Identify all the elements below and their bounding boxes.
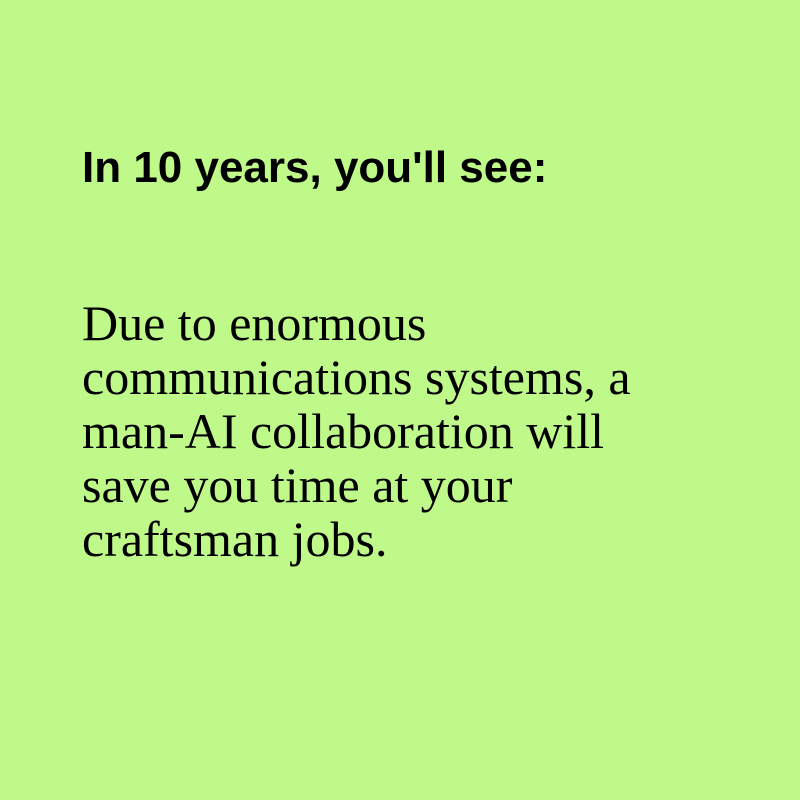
body-line: communications systems, a xyxy=(82,349,631,405)
card-body-text: Due to enormous communications systems, … xyxy=(82,296,742,566)
body-line: man-AI collaboration will xyxy=(82,403,605,459)
card-heading: In 10 years, you'll see: xyxy=(82,143,548,192)
body-line: Due to enormous xyxy=(82,295,427,351)
body-line: craftsman jobs. xyxy=(82,511,388,567)
body-line: save you time at your xyxy=(82,457,513,513)
prediction-card: In 10 years, you'll see: Due to enormous… xyxy=(0,0,800,800)
